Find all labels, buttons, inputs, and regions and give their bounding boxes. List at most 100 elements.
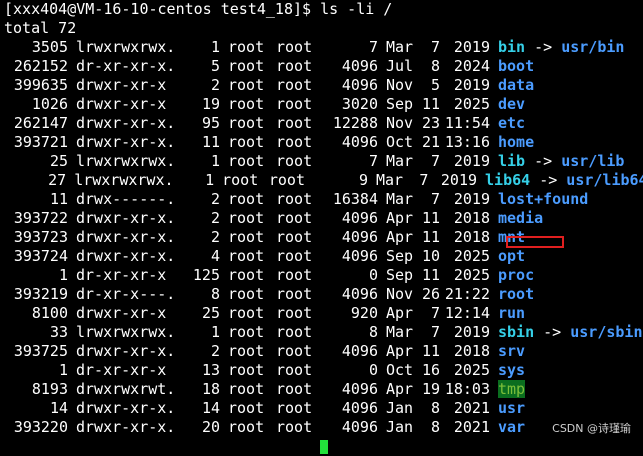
entry-group: root: [276, 228, 312, 246]
entry-time: 2018: [453, 228, 490, 246]
entry-inode: 27: [48, 171, 67, 189]
entry-name-cell: sbin -> usr/sbin: [490, 323, 643, 342]
entry-month: Apr: [386, 304, 414, 322]
symlink-arrow: ->: [534, 152, 553, 170]
listing-row: 25 lrwxrwxrwx. 1 root root 7 Mar 7 2019 lib -> us…: [4, 152, 643, 171]
entry-day: 23: [421, 114, 440, 132]
entry-size: 4096: [341, 285, 378, 303]
entry-perms: drwxr-xr-x: [76, 76, 167, 94]
entry-perms: dr-xr-xr-x.: [76, 57, 176, 75]
symlink-arrow: ->: [534, 38, 553, 56]
entry-name: run: [498, 304, 526, 322]
entry-perms: dr-xr-xr-x: [76, 361, 167, 379]
entry-size: 4096: [341, 380, 378, 398]
entry-owner: root: [228, 95, 265, 113]
entry-links: 25: [201, 304, 220, 322]
entry-owner: root: [228, 323, 265, 341]
entry-links: 18: [201, 380, 220, 398]
listing-row: 1 dr-xr-xr-x 125 root root 0 Sep 11 2025 proc: [4, 266, 643, 285]
entry-group: root: [276, 209, 312, 227]
entry-name-cell: usr: [490, 399, 525, 418]
entry-size: 4096: [341, 418, 378, 436]
entry-name-cell: run: [490, 304, 525, 323]
listing-row: 3505 lrwxrwxrwx. 1 root root 7 Mar 7 2019 bin -> …: [4, 38, 643, 57]
entry-inode: 393723: [13, 228, 68, 246]
entry-day: 11: [421, 95, 440, 113]
entry-day: 8: [430, 418, 440, 436]
entry-month: Apr: [386, 209, 414, 227]
entry-time: 13:16: [444, 133, 490, 151]
entry-name-cell: proc: [490, 266, 534, 285]
entry-inode: 8193: [31, 380, 68, 398]
entry-perms: drwxr-xr-x.: [76, 418, 176, 436]
entry-group: root: [276, 323, 312, 341]
symlink-target: usr/sbin: [570, 323, 643, 341]
entry-name-cell: data: [490, 76, 534, 95]
entry-time: 2019: [453, 323, 490, 341]
entry-size: 4096: [341, 209, 378, 227]
entry-name-cell: bin -> usr/bin: [490, 38, 624, 57]
entry-time: 2019: [453, 76, 490, 94]
entry-links: 2: [210, 190, 220, 208]
entry-name: data: [498, 76, 535, 94]
entry-group: root: [276, 285, 312, 303]
entry-name-cell: root: [490, 285, 534, 304]
listing-row: 8100 drwxr-xr-x 25 root root 920 Apr 7 12:14 run: [4, 304, 643, 323]
entry-links: 2: [210, 342, 220, 360]
entry-links: 1: [205, 171, 215, 189]
entry-links: 11: [201, 133, 220, 151]
entry-month: Apr: [386, 342, 414, 360]
entry-time: 2019: [440, 171, 478, 189]
entry-perms: drwxr-xr-x.: [76, 228, 176, 246]
listing-row: 393725 drwxr-xr-x. 2 root root 4096 Apr 11 2018 s…: [4, 342, 643, 361]
listing-row: 399635 drwxr-xr-x 2 root root 4096 Nov 5 2019 dat…: [4, 76, 643, 95]
entry-links: 8: [210, 285, 220, 303]
entry-name: tmp: [498, 380, 526, 398]
entry-time: 2019: [453, 152, 490, 170]
entry-perms: lrwxrwxrwx.: [76, 323, 176, 341]
terminal-window[interactable]: [xxx404@VM-16-10-centos test4_18]$ ls -l…: [0, 0, 643, 454]
entry-links: 2: [210, 76, 220, 94]
entry-perms: lrwxrwxrwx.: [74, 171, 174, 189]
entry-inode: 393722: [13, 209, 68, 227]
entry-group: root: [276, 266, 312, 284]
entry-month: Mar: [386, 323, 414, 341]
entry-time: 2025: [453, 266, 490, 284]
entry-owner: root: [228, 133, 265, 151]
listing-row: 262152 dr-xr-xr-x. 5 root root 4096 Jul 8 2024 bo…: [4, 57, 643, 76]
entry-size: 920: [350, 304, 378, 322]
entry-owner: root: [228, 209, 265, 227]
entry-size: 3020: [341, 95, 378, 113]
listing-row: 393219 dr-xr-x---. 8 root root 4096 Nov 26 21:22…: [4, 285, 643, 304]
entry-links: 1: [210, 152, 220, 170]
listing-row: 1 dr-xr-xr-x 13 root root 0 Oct 16 2025 sys: [4, 361, 643, 380]
entry-links: 20: [201, 418, 220, 436]
entry-perms: drwxr-xr-x.: [76, 209, 176, 227]
entry-day: 11: [421, 209, 440, 227]
entry-group: root: [276, 114, 312, 132]
entry-perms: drwxr-xr-x: [76, 95, 167, 113]
entry-inode: 3505: [31, 38, 68, 56]
entry-day: 7: [419, 171, 429, 189]
entry-name: lib64: [485, 171, 531, 189]
entry-group: root: [276, 380, 312, 398]
entry-size: 0: [368, 361, 378, 379]
entry-name: etc: [498, 114, 526, 132]
symlink-target: usr/lib64: [566, 171, 643, 189]
entry-time: 2021: [453, 418, 490, 436]
entry-links: 14: [201, 399, 220, 417]
entry-perms: lrwxrwxrwx.: [76, 38, 176, 56]
entry-size: 4096: [341, 399, 378, 417]
entry-size: 4096: [341, 247, 378, 265]
entry-name-cell: etc: [490, 114, 525, 133]
entry-day: 26: [421, 285, 440, 303]
entry-month: Jan: [386, 418, 414, 436]
entry-size: 12288: [332, 114, 378, 132]
entry-size: 4096: [341, 133, 378, 151]
entry-owner: root: [228, 285, 265, 303]
entry-month: Nov: [386, 114, 414, 132]
entry-time: 21:22: [444, 285, 490, 303]
entry-day: 19: [421, 380, 440, 398]
entry-name-cell: home: [490, 133, 534, 152]
entry-name-cell: dev: [490, 95, 525, 114]
